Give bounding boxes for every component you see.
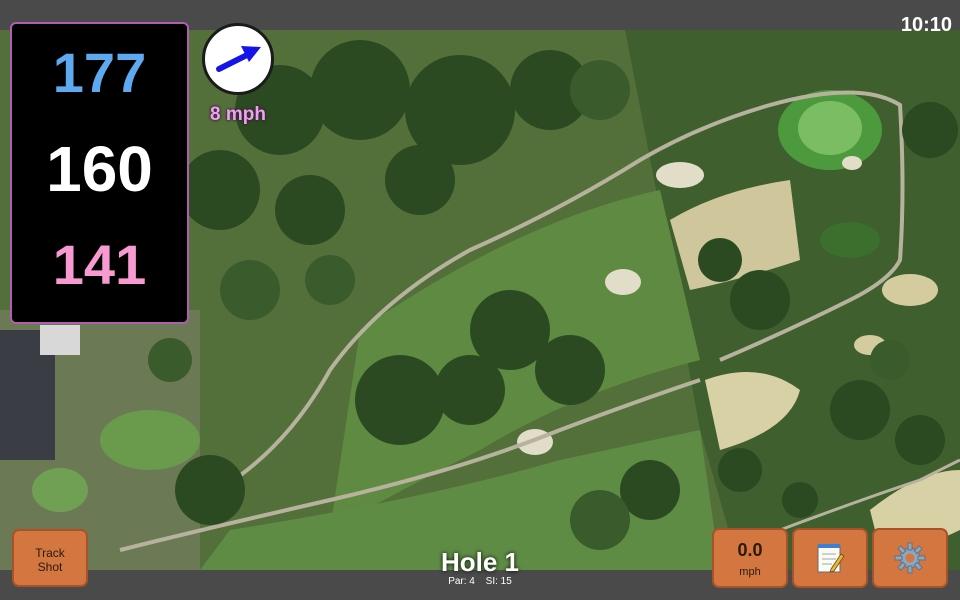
settings-button[interactable] xyxy=(872,528,948,588)
back-yardage: 177 xyxy=(52,41,147,104)
track-shot-button[interactable]: Track Shot xyxy=(12,529,88,587)
hole-meta: Par: 4 SI: 15 xyxy=(380,576,580,587)
center-yardage: 160 xyxy=(46,133,153,205)
wind-indicator[interactable] xyxy=(202,23,274,95)
notes-button[interactable] xyxy=(792,528,868,588)
hole-title: Hole 1 xyxy=(440,547,520,577)
wind-speed: 8 mph xyxy=(210,104,266,125)
track-shot-label: Track Shot xyxy=(35,546,65,574)
speed-value: 0.0 xyxy=(737,540,763,560)
gear-icon xyxy=(894,542,926,574)
yardage-panel: 177 160 141 xyxy=(10,22,189,324)
wind-direction-arrow-icon xyxy=(216,46,261,72)
hole-info[interactable]: Hole 1 Par: 4 SI: 15 xyxy=(380,548,580,587)
front-yardage: 141 xyxy=(52,233,147,296)
hole-stroke-index: SI: 15 xyxy=(485,576,512,587)
speed-button[interactable]: 0.0 mph xyxy=(712,528,788,588)
speed-unit: mph xyxy=(739,566,761,578)
clock: 10:10 xyxy=(900,14,952,36)
notepad-icon xyxy=(817,544,845,573)
hole-par: Par: 4 xyxy=(448,576,475,587)
